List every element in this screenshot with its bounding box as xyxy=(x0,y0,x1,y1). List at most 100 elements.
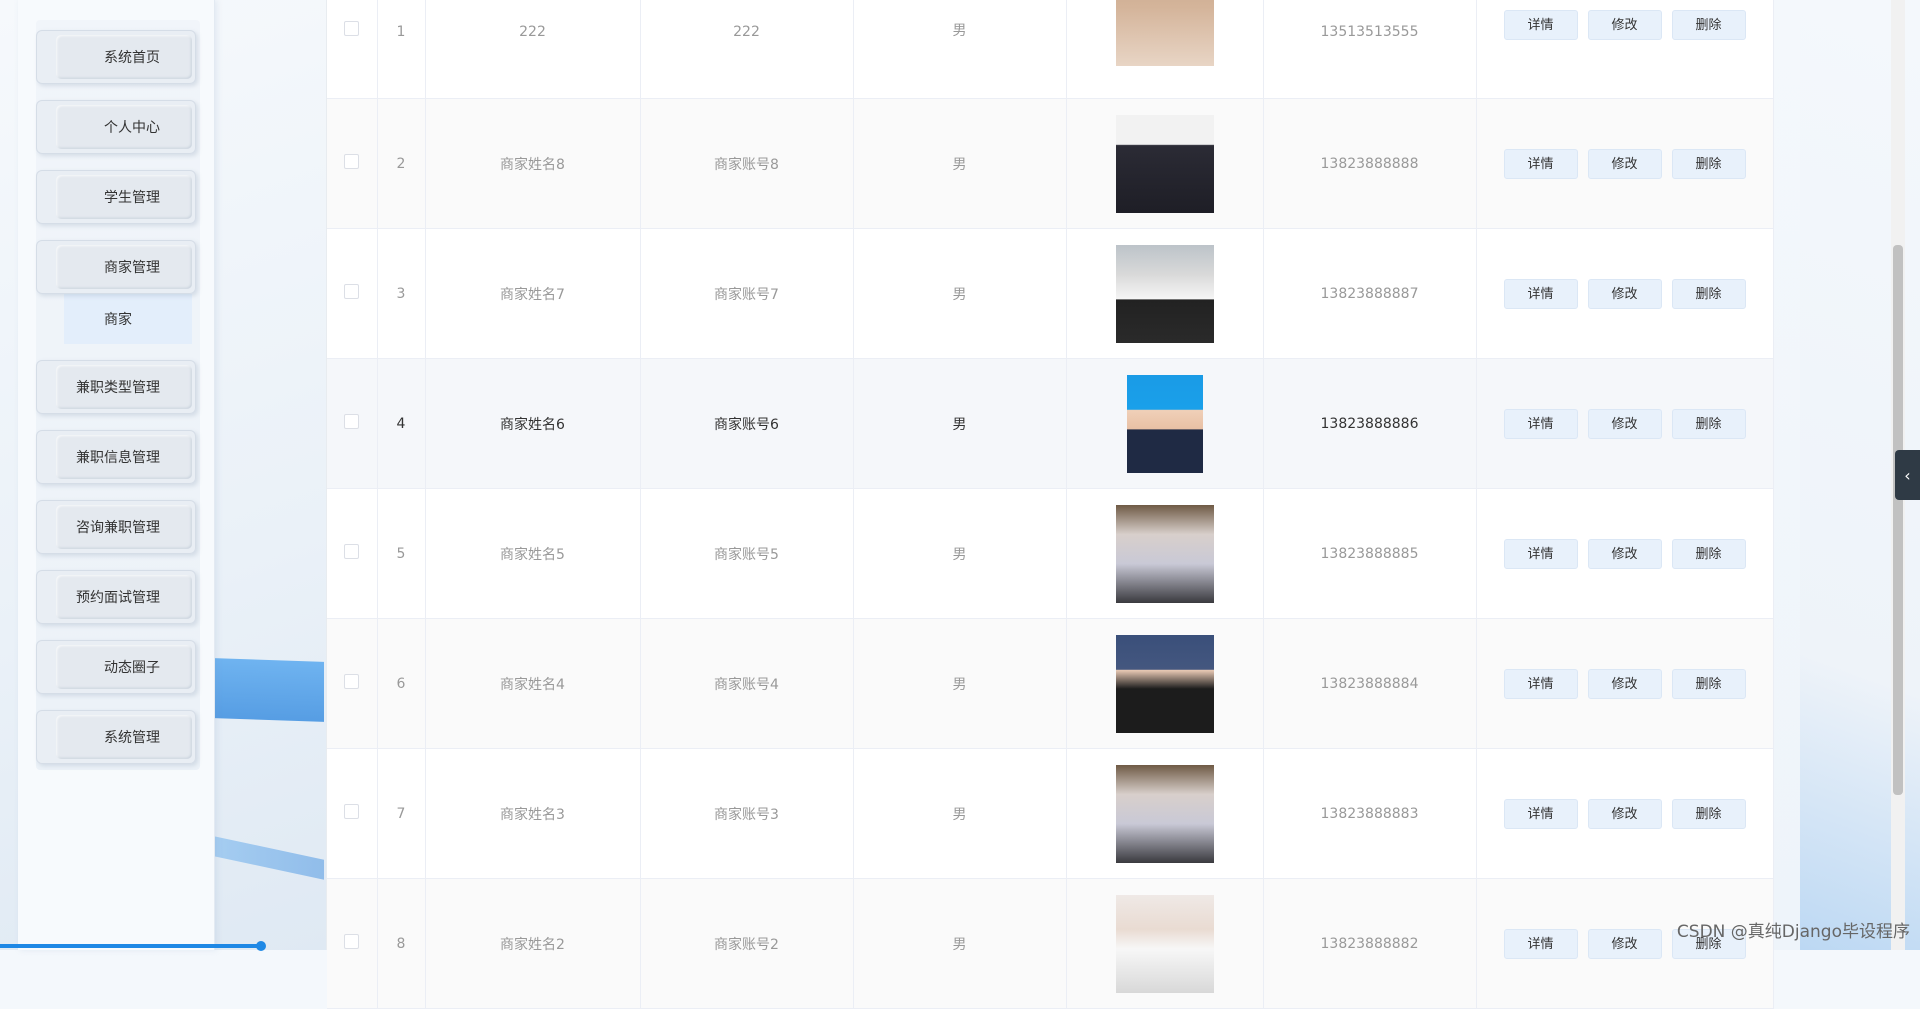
merchant-name: 商家姓名8 xyxy=(500,156,565,173)
detail-button[interactable]: 详情 xyxy=(1503,148,1578,179)
merchant-phone: 13823888884 xyxy=(1320,675,1419,692)
sidebar-item-label: 商家管理 xyxy=(104,260,160,276)
merchant-phone: 13823888883 xyxy=(1320,805,1419,822)
merchant-gender: 男 xyxy=(952,546,967,563)
sidebar-item-label: 咨询兼职管理 xyxy=(76,520,160,536)
merchant-phone: 13823888886 xyxy=(1320,415,1419,432)
merchant-table-panel: 1 222 222 男 13513513555 详情 修改 删除 2 商家姓名8 商… xyxy=(326,0,1774,1009)
table-row: 6 商家姓名4 商家账号4 男 13823888884 详情 修改 删除 xyxy=(327,618,1774,749)
row-index: 4 xyxy=(396,415,406,432)
detail-button[interactable]: 详情 xyxy=(1503,668,1578,699)
edit-button[interactable]: 修改 xyxy=(1587,538,1662,569)
table-row: 7 商家姓名3 商家账号3 男 13823888883 详情 修改 删除 xyxy=(327,748,1774,879)
merchant-account: 商家账号8 xyxy=(714,156,779,173)
merchant-phone: 13823888885 xyxy=(1320,545,1419,562)
sidebar-item-consult[interactable]: 咨询兼职管理 xyxy=(36,500,196,554)
detail-button[interactable]: 详情 xyxy=(1503,408,1578,439)
background-decoration xyxy=(214,658,324,722)
row-checkbox[interactable] xyxy=(344,934,360,949)
row-checkbox[interactable] xyxy=(344,544,360,559)
table-row: 3 商家姓名7 商家账号7 男 13823888887 详情 修改 删除 xyxy=(327,228,1774,359)
delete-button[interactable]: 删除 xyxy=(1671,148,1746,179)
merchant-gender: 男 xyxy=(952,936,967,953)
edit-button[interactable]: 修改 xyxy=(1587,408,1662,439)
delete-button[interactable]: 删除 xyxy=(1671,10,1746,40)
merchant-phone: 13823888887 xyxy=(1320,285,1419,302)
row-checkbox[interactable] xyxy=(344,21,360,36)
row-checkbox[interactable] xyxy=(344,674,360,689)
sidebar: 系统首页 个人中心 学生管理 商家管理 商家 兼职类型管理 兼职信息管理 咨询兼… xyxy=(18,0,215,950)
sidebar-item-job-types[interactable]: 兼职类型管理 xyxy=(36,360,196,414)
edit-button[interactable]: 修改 xyxy=(1587,278,1662,309)
row-checkbox[interactable] xyxy=(344,804,360,819)
merchant-gender: 男 xyxy=(952,676,967,693)
table-row: 1 222 222 男 13513513555 详情 修改 删除 xyxy=(327,0,1774,99)
merchant-photo xyxy=(1126,374,1203,473)
merchant-account: 商家账号5 xyxy=(714,546,779,563)
sidebar-item-home[interactable]: 系统首页 xyxy=(36,30,196,84)
chevron-left-icon[interactable]: ‹ xyxy=(1895,450,1920,500)
sidebar-item-label: 兼职类型管理 xyxy=(76,380,160,396)
sidebar-item-label: 学生管理 xyxy=(104,190,160,206)
sidebar-item-interviews[interactable]: 预约面试管理 xyxy=(36,570,196,624)
row-checkbox[interactable] xyxy=(344,284,360,299)
detail-button[interactable]: 详情 xyxy=(1503,278,1578,309)
edit-button[interactable]: 修改 xyxy=(1587,928,1662,959)
merchant-gender: 男 xyxy=(952,806,967,823)
detail-button[interactable]: 详情 xyxy=(1503,928,1578,959)
row-index: 1 xyxy=(396,24,406,40)
detail-button[interactable]: 详情 xyxy=(1503,538,1578,569)
row-index: 6 xyxy=(396,675,406,692)
delete-button[interactable]: 删除 xyxy=(1671,798,1746,829)
row-checkbox[interactable] xyxy=(344,154,360,169)
table-row: 5 商家姓名5 商家账号5 男 13823888885 详情 修改 删除 xyxy=(327,488,1774,619)
edit-button[interactable]: 修改 xyxy=(1587,148,1662,179)
delete-button[interactable]: 删除 xyxy=(1671,408,1746,439)
detail-button[interactable]: 详情 xyxy=(1503,10,1578,40)
sidebar-item-job-info[interactable]: 兼职信息管理 xyxy=(36,430,196,484)
delete-button[interactable]: 删除 xyxy=(1671,668,1746,699)
edit-button[interactable]: 修改 xyxy=(1587,668,1662,699)
merchant-photo xyxy=(1115,504,1214,603)
merchant-account: 222 xyxy=(733,24,760,40)
sidebar-item-label: 个人中心 xyxy=(104,120,160,136)
sidebar-item-moments[interactable]: 动态圈子 xyxy=(36,640,196,694)
delete-button[interactable]: 删除 xyxy=(1671,278,1746,309)
merchant-phone: 13823888888 xyxy=(1320,155,1419,172)
merchant-phone: 13513513555 xyxy=(1320,24,1419,40)
row-index: 2 xyxy=(396,155,406,172)
merchant-name: 222 xyxy=(519,24,546,40)
merchant-name: 商家姓名7 xyxy=(500,286,565,303)
merchant-phone: 13823888882 xyxy=(1320,935,1419,952)
merchant-name: 商家姓名5 xyxy=(500,546,565,563)
merchant-account: 商家账号3 xyxy=(714,806,779,823)
sidebar-item-label: 系统首页 xyxy=(104,50,160,66)
sidebar-item-merchants[interactable]: 商家管理 xyxy=(36,240,196,294)
merchant-name: 商家姓名4 xyxy=(500,676,565,693)
merchant-photo xyxy=(1115,764,1214,863)
merchant-gender: 男 xyxy=(952,23,967,39)
row-checkbox[interactable] xyxy=(344,414,360,429)
sidebar-item-system[interactable]: 系统管理 xyxy=(36,710,196,764)
loading-progress-bar xyxy=(0,944,264,948)
scrollbar-thumb[interactable] xyxy=(1893,245,1903,795)
edit-button[interactable]: 修改 xyxy=(1587,798,1662,829)
merchant-account: 商家账号7 xyxy=(714,286,779,303)
watermark: CSDN @真纯Django毕设程序 xyxy=(1676,922,1910,942)
table-row: 8 商家姓名2 商家账号2 男 13823888882 详情 修改 删除 xyxy=(327,878,1774,1009)
table-row: 2 商家姓名8 商家账号8 男 13823888888 详情 修改 删除 xyxy=(327,98,1774,229)
merchant-name: 商家姓名2 xyxy=(500,936,565,953)
sidebar-item-label: 兼职信息管理 xyxy=(76,450,160,466)
merchant-table: 1 222 222 男 13513513555 详情 修改 删除 2 商家姓名8 商… xyxy=(327,0,1774,1009)
merchant-gender: 男 xyxy=(952,156,967,173)
row-index: 5 xyxy=(396,545,406,562)
sidebar-item-profile[interactable]: 个人中心 xyxy=(36,100,196,154)
sidebar-item-label: 系统管理 xyxy=(104,730,160,746)
edit-button[interactable]: 修改 xyxy=(1587,10,1662,40)
sidebar-item-students[interactable]: 学生管理 xyxy=(36,170,196,224)
merchant-photo xyxy=(1115,634,1214,733)
merchant-name: 商家姓名3 xyxy=(500,806,565,823)
sidebar-subitem-merchant[interactable]: 商家 xyxy=(64,294,192,344)
delete-button[interactable]: 删除 xyxy=(1671,538,1746,569)
detail-button[interactable]: 详情 xyxy=(1503,798,1578,829)
